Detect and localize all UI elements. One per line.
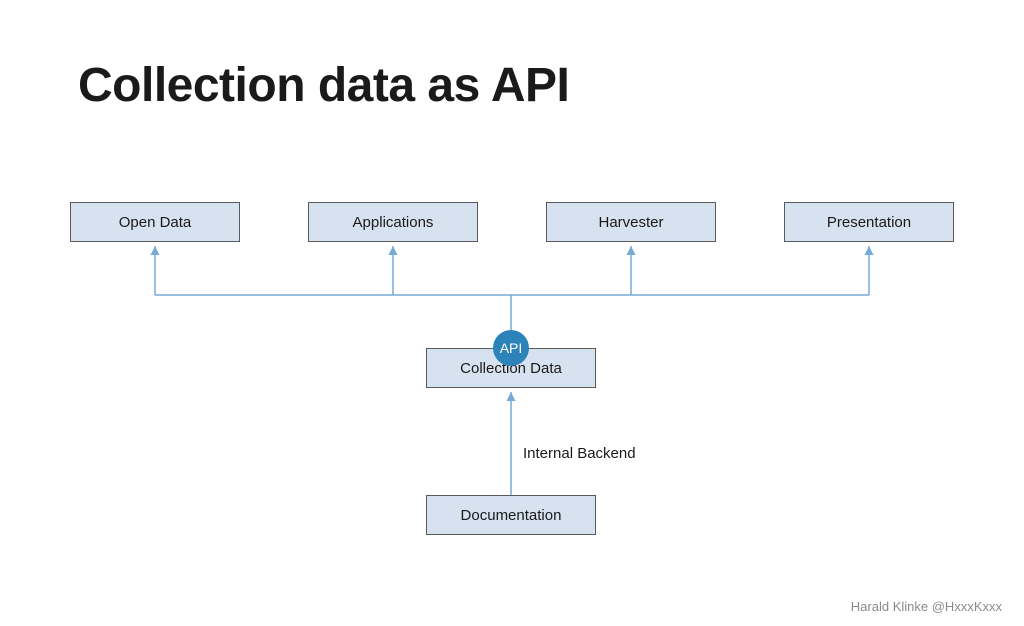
api-badge-text: API: [500, 340, 523, 356]
box-label: Open Data: [119, 214, 192, 231]
slide-title: Collection data as API: [78, 58, 569, 113]
footer-author: Harald Klinke: [851, 599, 928, 614]
box-label: Presentation: [827, 214, 911, 231]
box-label: Harvester: [598, 214, 663, 231]
box-documentation: Documentation: [426, 495, 596, 535]
box-label: Documentation: [461, 507, 562, 524]
box-label: Applications: [353, 214, 434, 231]
box-applications: Applications: [308, 202, 478, 242]
footer-handle: @HxxxKxxx: [932, 599, 1002, 614]
box-open-data: Open Data: [70, 202, 240, 242]
edge-label-internal-backend: Internal Backend: [523, 445, 636, 462]
box-presentation: Presentation: [784, 202, 954, 242]
footer-credit: Harald Klinke @HxxxKxxx: [851, 599, 1002, 614]
box-harvester: Harvester: [546, 202, 716, 242]
api-badge: API: [493, 330, 529, 366]
